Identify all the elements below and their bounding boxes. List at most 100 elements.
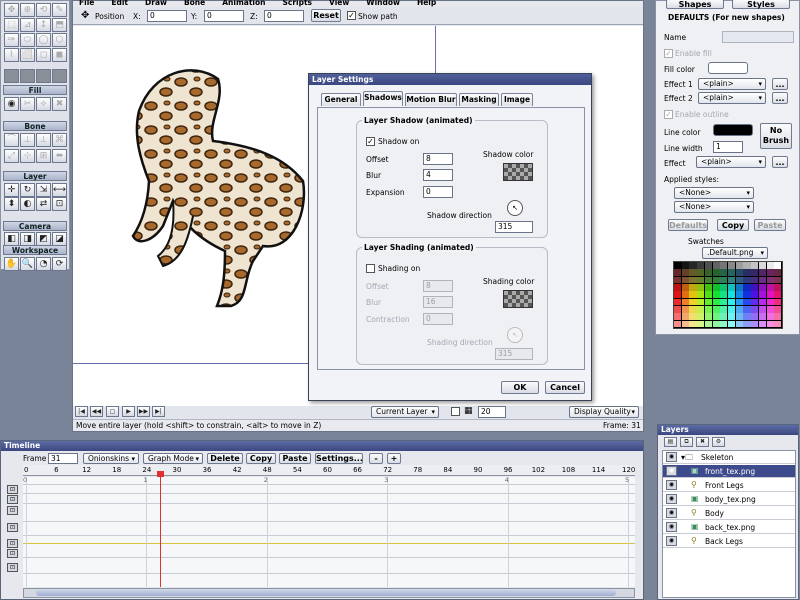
swatch-cell[interactable] [720, 298, 728, 306]
swatches-dropdown[interactable]: .Default.png ▾ [702, 247, 768, 259]
swatch-cell[interactable] [674, 313, 682, 321]
swatch-cell[interactable] [712, 262, 720, 269]
effect1-more-button[interactable]: ... [772, 78, 788, 90]
duplicate-layer-icon[interactable]: ⧉ [680, 437, 693, 447]
swatch-cell[interactable] [743, 262, 751, 269]
hand-icon[interactable]: ✋ [4, 257, 19, 271]
swatch-cell[interactable] [751, 269, 759, 277]
swatch-cell[interactable] [704, 306, 712, 313]
zoom-out-button[interactable]: - [369, 453, 383, 464]
shapes-button[interactable]: Shapes [666, 0, 724, 9]
swatch-cell[interactable] [689, 306, 697, 313]
rect-icon[interactable]: ⬜ [20, 48, 35, 62]
visibility-eye-icon[interactable]: ◉ [666, 452, 677, 462]
swatch-cell[interactable] [766, 291, 774, 299]
copy-style-button[interactable]: Copy [717, 219, 749, 231]
swatch-cell[interactable] [697, 306, 705, 313]
swatch-cell[interactable] [689, 276, 697, 284]
timeline-ruler[interactable]: 0 6 12 18 24 30 36 42 48 54 60 66 72 78 84 90 96 102 108 11… [23, 465, 635, 476]
swatch-cell[interactable] [774, 306, 782, 313]
swatch-cell[interactable] [774, 320, 782, 328]
erase-icon[interactable]: ✖ [52, 97, 67, 111]
swatch-cell[interactable] [728, 313, 736, 321]
swatch-cell[interactable] [704, 262, 712, 269]
menu-scripts[interactable]: Scripts [282, 0, 312, 7]
reset-view-icon[interactable]: ⟳ [52, 257, 67, 271]
shading-on-checkbox[interactable] [366, 264, 375, 273]
swatch-cell[interactable] [743, 313, 751, 321]
swatch-cell[interactable] [681, 298, 689, 306]
swatch-cell[interactable] [743, 269, 751, 277]
swatch-cell[interactable] [728, 276, 736, 284]
swatch-cell[interactable] [751, 276, 759, 284]
swatch-cell[interactable] [728, 298, 736, 306]
delete-key-button[interactable]: Delete [207, 453, 243, 464]
swatch-cell[interactable] [728, 269, 736, 277]
swatch-cell[interactable] [751, 284, 759, 291]
swatch-cell[interactable] [712, 298, 720, 306]
swatch-cell[interactable] [735, 320, 743, 328]
shadow-color-swatch[interactable] [503, 163, 533, 181]
swatch-cell[interactable] [704, 269, 712, 277]
swatch-cell[interactable] [674, 269, 682, 277]
swatch-cell[interactable] [697, 284, 705, 291]
styles-button[interactable]: Styles [732, 0, 790, 9]
layer-row-back-legs[interactable]: ◉ ⚲ Back Legs [663, 535, 795, 548]
paste-key-button[interactable]: Paste [279, 453, 311, 464]
swatch-cell[interactable] [712, 269, 720, 277]
swatch-cell[interactable] [735, 269, 743, 277]
swatch-cell[interactable] [751, 313, 759, 321]
translate-icon[interactable]: ⊿ [20, 18, 35, 32]
layer-orbit-icon[interactable]: ⊡ [52, 197, 67, 211]
shadow-on-checkbox[interactable]: ✓ [366, 137, 375, 146]
swatch-cell[interactable] [704, 276, 712, 284]
swatch-cell[interactable] [751, 320, 759, 328]
swatch-cell[interactable] [681, 313, 689, 321]
selection-icon[interactable] [4, 69, 19, 83]
swatch-cell[interactable] [751, 291, 759, 299]
play-button[interactable]: ▶ [122, 406, 135, 417]
playhead[interactable] [159, 477, 161, 587]
layer-row-front-legs[interactable]: ◉ ⚲ Front Legs [663, 479, 795, 492]
swatch-cell[interactable] [712, 306, 720, 313]
swatch-cell[interactable] [758, 269, 766, 277]
x-field[interactable]: 0 [147, 10, 187, 22]
layer-row-front-tex-png[interactable]: ◉ ▣ front_tex.png [663, 465, 795, 478]
enable-fill-checkbox[interactable]: ✓ [664, 49, 673, 58]
swatch-cell[interactable] [758, 284, 766, 291]
layer-settings-icon[interactable]: ⚙ [712, 437, 725, 447]
effect1-dropdown[interactable]: <plain> ▾ [698, 78, 766, 90]
layer-translate-icon[interactable]: ✛ [4, 183, 19, 197]
graph-mode-dropdown[interactable]: Graph Mode ▾ [143, 453, 203, 464]
menu-draw[interactable]: Draw [145, 0, 167, 7]
layer-shear-icon[interactable]: ⬍ [4, 197, 19, 211]
layer-scale-icon[interactable]: ⇲ [36, 183, 51, 197]
selection-icon[interactable] [36, 69, 51, 83]
swatch-cell[interactable] [743, 284, 751, 291]
layer-flip-icon[interactable]: ⟷ [52, 183, 67, 197]
effect2-dropdown[interactable]: <plain> ▾ [698, 92, 766, 104]
swatch-cell[interactable] [774, 262, 782, 269]
step-forward-button[interactable]: ▶▶ [137, 406, 150, 417]
swatch-cell[interactable] [758, 291, 766, 299]
swatch-cell[interactable] [766, 269, 774, 277]
swatch-cell[interactable] [735, 313, 743, 321]
swatch-cell[interactable] [743, 306, 751, 313]
draw-icon[interactable]: ✎ [52, 3, 67, 17]
shadow-direction-field[interactable]: 315 [495, 221, 533, 233]
swatch-cell[interactable] [774, 313, 782, 321]
zoom-in-button[interactable]: + [387, 453, 401, 464]
transform-icon[interactable]: ✥ [4, 3, 19, 17]
swatch-cell[interactable] [758, 320, 766, 328]
swatch-cell[interactable] [689, 284, 697, 291]
z-field[interactable]: 0 [264, 10, 304, 22]
line-icon[interactable]: ⌇ [4, 48, 19, 62]
bone-reparent-icon[interactable]: ⊥ [20, 133, 35, 147]
swatch-cell[interactable] [720, 262, 728, 269]
swatch-cell[interactable] [720, 276, 728, 284]
shadow-direction-dial-icon[interactable]: ↖ [507, 200, 523, 216]
menu-file[interactable]: File [79, 0, 94, 7]
effect2-more-button[interactable]: ... [772, 92, 788, 104]
swatch-cell[interactable] [697, 276, 705, 284]
swatch-cell[interactable] [697, 262, 705, 269]
